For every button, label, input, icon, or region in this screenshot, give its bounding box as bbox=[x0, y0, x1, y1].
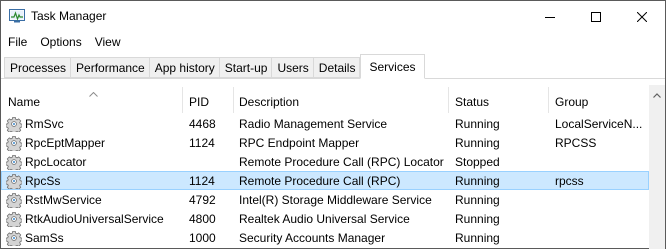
tab-services[interactable]: Services bbox=[360, 54, 425, 79]
vertical-scrollbar[interactable] bbox=[649, 85, 665, 249]
cell-status: Running bbox=[455, 212, 500, 226]
cell-status: Running bbox=[455, 174, 500, 188]
tab-processes[interactable]: Processes bbox=[4, 57, 71, 78]
table-body: RmSvc 4468 Radio Management Service Runn… bbox=[1, 114, 649, 249]
cell-name: RstMwService bbox=[25, 193, 102, 207]
cell-description: Radio Management Service bbox=[239, 117, 388, 131]
cell-name: RpcSs bbox=[25, 174, 61, 188]
title-bar[interactable]: Task Manager bbox=[1, 1, 665, 32]
cell-description: Remote Procedure Call (RPC) Locator bbox=[239, 155, 444, 169]
cell-pid: 1124 bbox=[189, 174, 215, 188]
table-row[interactable]: SamSs 1000 Security Accounts Manager Run… bbox=[1, 228, 649, 249]
cell-name: RpcEptMapper bbox=[25, 136, 106, 150]
column-divider[interactable] bbox=[448, 87, 449, 113]
tab-performance[interactable]: Performance bbox=[70, 57, 149, 78]
table-row[interactable]: RmSvc 4468 Radio Management Service Runn… bbox=[1, 114, 649, 135]
tab-start-up[interactable]: Start-up bbox=[218, 57, 272, 78]
scroll-up-button[interactable] bbox=[649, 85, 665, 102]
cell-pid: 1000 bbox=[189, 231, 216, 245]
service-gear-icon bbox=[5, 154, 23, 173]
cell-group: LocalServiceN... bbox=[555, 117, 643, 131]
cell-group: RPCSS bbox=[555, 136, 597, 150]
cell-pid: 4800 bbox=[189, 212, 216, 226]
menu-options-label: Options bbox=[40, 35, 82, 49]
minimize-button[interactable] bbox=[527, 1, 573, 32]
window-title: Task Manager bbox=[31, 9, 107, 23]
column-header-group[interactable]: Group bbox=[555, 95, 588, 109]
cell-name: SamSs bbox=[25, 231, 64, 245]
table-row[interactable]: RstMwService 4792 Intel(R) Storage Middl… bbox=[1, 190, 649, 211]
cell-pid: 4468 bbox=[189, 117, 216, 131]
cell-status: Running bbox=[455, 231, 500, 245]
sort-ascending-icon bbox=[89, 86, 98, 100]
cell-description: Intel(R) Storage Middleware Service bbox=[239, 193, 432, 207]
cell-name: RtkAudioUniversalService bbox=[25, 212, 164, 226]
table-row[interactable]: RpcEptMapper 1124 RPC Endpoint Mapper Ru… bbox=[1, 133, 649, 154]
service-gear-icon bbox=[5, 116, 23, 135]
tab-strip: Processes Performance App history Start-… bbox=[1, 52, 665, 80]
cell-group: rpcss bbox=[555, 174, 584, 188]
menu-options[interactable]: Options bbox=[33, 32, 87, 52]
menu-view[interactable]: View bbox=[88, 32, 127, 52]
menu-view-label: View bbox=[94, 35, 121, 49]
column-divider[interactable] bbox=[182, 87, 183, 113]
cell-description: Remote Procedure Call (RPC) bbox=[239, 174, 401, 188]
tab-users[interactable]: Users bbox=[271, 57, 313, 78]
task-manager-window: Task Manager File Options View Processes… bbox=[0, 0, 666, 249]
cell-status: Running bbox=[455, 117, 500, 131]
task-manager-icon bbox=[9, 9, 25, 23]
column-header-pid[interactable]: PID bbox=[189, 95, 209, 109]
column-header-status[interactable]: Status bbox=[455, 95, 489, 109]
minimize-icon bbox=[545, 12, 555, 22]
cell-status: Running bbox=[455, 193, 500, 207]
tab-details[interactable]: Details bbox=[312, 57, 361, 78]
maximize-icon bbox=[591, 11, 601, 22]
service-gear-icon bbox=[5, 230, 23, 249]
column-header-name[interactable]: Name bbox=[8, 95, 40, 109]
maximize-button[interactable] bbox=[573, 1, 619, 32]
table-row[interactable]: RtkAudioUniversalService 4800 Realtek Au… bbox=[1, 209, 649, 230]
menu-file-label: File bbox=[8, 35, 28, 49]
service-gear-icon bbox=[5, 135, 23, 154]
close-icon bbox=[637, 11, 647, 22]
service-gear-icon bbox=[5, 211, 23, 230]
cell-pid: 1124 bbox=[189, 136, 215, 150]
cell-name: RpcLocator bbox=[25, 155, 87, 169]
column-divider[interactable] bbox=[548, 87, 549, 113]
cell-description: RPC Endpoint Mapper bbox=[239, 136, 360, 150]
tab-app-history[interactable]: App history bbox=[148, 57, 219, 78]
table-row[interactable]: RpcSs 1124 Remote Procedure Call (RPC) R… bbox=[1, 171, 649, 192]
menu-bar: File Options View bbox=[1, 32, 665, 52]
cell-name: RmSvc bbox=[25, 117, 64, 131]
table-header: Name PID Description Status Group bbox=[1, 85, 649, 114]
cell-status: Stopped bbox=[455, 155, 500, 169]
cell-description: Realtek Audio Universal Service bbox=[239, 212, 410, 226]
table-row[interactable]: RpcLocator Remote Procedure Call (RPC) L… bbox=[1, 152, 649, 173]
services-table: Name PID Description Status Group RmSvc … bbox=[1, 85, 665, 249]
cell-description: Security Accounts Manager bbox=[239, 231, 386, 245]
cell-pid: 4792 bbox=[189, 193, 216, 207]
cell-status: Running bbox=[455, 136, 500, 150]
menu-file[interactable]: File bbox=[1, 32, 33, 52]
close-button[interactable] bbox=[619, 1, 665, 32]
column-divider[interactable] bbox=[233, 87, 234, 113]
service-gear-icon bbox=[5, 192, 23, 211]
column-header-description[interactable]: Description bbox=[239, 95, 299, 109]
chevron-up-icon bbox=[653, 87, 661, 101]
scrollbar-track[interactable] bbox=[650, 103, 664, 249]
service-gear-icon bbox=[5, 173, 23, 192]
